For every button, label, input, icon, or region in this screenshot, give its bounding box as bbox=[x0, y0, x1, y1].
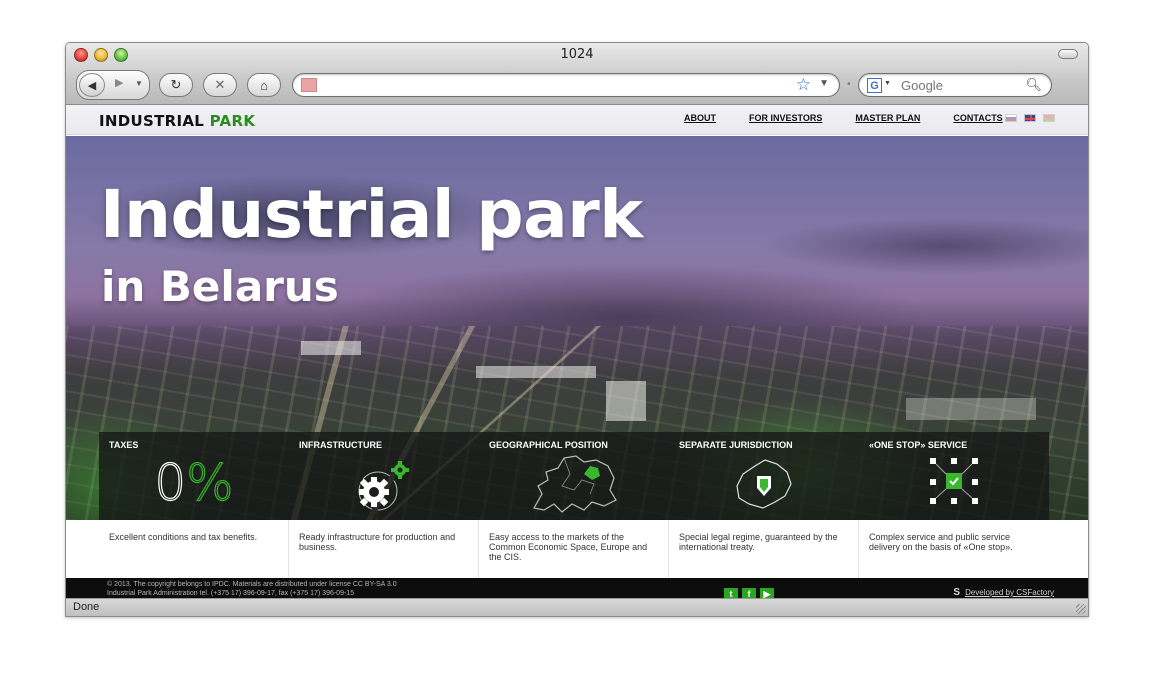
site-logo[interactable]: INDUSTRIAL PARK bbox=[99, 112, 255, 130]
reload-icon: ↻ bbox=[170, 77, 182, 92]
belarus-shield-icon bbox=[729, 456, 799, 517]
logo-accent-text: PARK bbox=[209, 112, 256, 130]
europe-map-icon bbox=[524, 450, 624, 521]
back-arrow-icon: ◀ bbox=[87, 79, 97, 92]
stop-button[interactable]: ✕ bbox=[203, 73, 237, 97]
site-favicon-icon bbox=[301, 78, 317, 92]
url-history-dropdown-icon[interactable]: ▼ bbox=[819, 78, 829, 89]
zero-percent-value: 0 bbox=[154, 454, 187, 512]
site-footer: © 2013. The copyright belongs to IPDC. M… bbox=[66, 578, 1088, 600]
feature-title: «ONE STOP» SERVICE bbox=[869, 440, 968, 450]
back-button[interactable]: ◀ bbox=[79, 73, 105, 97]
site-header: INDUSTRIAL PARK ABOUT FOR INVESTORS MAST… bbox=[66, 105, 1088, 135]
feature-description: Easy access to the markets of the Common… bbox=[479, 520, 669, 578]
home-icon: ⌂ bbox=[260, 77, 268, 93]
features-strip: TAXES 0% INFRASTRUCTURE GEOGRAPHICAL POS… bbox=[99, 432, 1049, 520]
copyright-text: © 2013. The copyright belongs to IPDC. M… bbox=[107, 581, 397, 588]
bookmark-star-icon[interactable]: ☆ bbox=[796, 75, 811, 95]
feature-descriptions: Excellent conditions and tax benefits. R… bbox=[99, 520, 1049, 578]
feature-taxes[interactable]: TAXES 0% bbox=[99, 432, 289, 520]
percent-sign: % bbox=[186, 454, 235, 512]
resize-grip[interactable] bbox=[1076, 604, 1086, 614]
status-text: Done bbox=[73, 601, 100, 613]
web-page: INDUSTRIAL PARK ABOUT FOR INVESTORS MAST… bbox=[66, 105, 1088, 600]
forward-button[interactable]: ▶ bbox=[115, 76, 123, 89]
feature-description: Special legal regime, guaranteed by the … bbox=[669, 520, 859, 578]
developer-logo-icon: S bbox=[953, 587, 960, 598]
zero-percent-icon: 0% bbox=[154, 454, 235, 512]
logo-main-text: INDUSTRIAL bbox=[99, 112, 205, 130]
one-stop-check-icon bbox=[926, 456, 982, 513]
search-icon[interactable]: 🔍︎ bbox=[1025, 77, 1042, 93]
toolbar-separator: • bbox=[847, 79, 851, 90]
feature-one-stop-service[interactable]: «ONE STOP» SERVICE bbox=[859, 432, 1049, 520]
feature-title: TAXES bbox=[109, 440, 139, 450]
hero-subtitle: in Belarus bbox=[101, 262, 339, 311]
feature-title: INFRASTRUCTURE bbox=[299, 440, 382, 450]
flag-en-icon[interactable] bbox=[1024, 114, 1036, 122]
url-input[interactable] bbox=[325, 76, 755, 94]
nav-for-investors-link[interactable]: FOR INVESTORS bbox=[749, 113, 822, 123]
hero-building bbox=[301, 341, 361, 355]
search-input[interactable] bbox=[901, 77, 1021, 94]
flag-ru-icon[interactable] bbox=[1005, 114, 1017, 122]
history-dropdown-icon[interactable]: ▼ bbox=[135, 79, 143, 88]
hero-title: Industrial park bbox=[100, 176, 643, 253]
feature-description: Ready infrastructure for production and … bbox=[289, 520, 479, 578]
hero-building bbox=[476, 366, 596, 378]
feature-title: GEOGRAPHICAL POSITION bbox=[489, 440, 608, 450]
home-button[interactable]: ⌂ bbox=[247, 73, 281, 97]
feature-infrastructure[interactable]: INFRASTRUCTURE bbox=[289, 432, 479, 520]
feature-description: Complex service and public service deliv… bbox=[869, 532, 1013, 552]
developer-link[interactable]: Developed by CSFactory bbox=[965, 588, 1054, 597]
window-title: 1024 bbox=[560, 47, 594, 62]
language-switcher bbox=[1005, 114, 1055, 122]
search-engine-dropdown-icon[interactable]: ▼ bbox=[884, 80, 891, 87]
browser-window: 1024 ◀ ▶ ▼ ↻ ✕ ⌂ ☆ ▼ • G ▼ 🔍︎ INDUSTRIAL bbox=[65, 42, 1089, 617]
search-bar[interactable]: G ▼ 🔍︎ bbox=[858, 73, 1052, 97]
reload-button[interactable]: ↻ bbox=[159, 73, 193, 97]
feature-description: Excellent conditions and tax benefits. bbox=[99, 520, 289, 578]
admin-contact-text: Industrial Park Administration tel. (+37… bbox=[107, 590, 355, 597]
back-forward-group: ◀ ▶ ▼ bbox=[76, 70, 150, 100]
status-bar: Done bbox=[66, 598, 1088, 616]
feature-geographical-position[interactable]: GEOGRAPHICAL POSITION bbox=[479, 432, 669, 520]
feature-title: SEPARATE JURISDICTION bbox=[679, 440, 793, 450]
address-bar[interactable]: ☆ ▼ bbox=[292, 73, 840, 97]
flag-by-icon[interactable] bbox=[1043, 114, 1055, 122]
search-engine-icon[interactable]: G bbox=[867, 78, 882, 93]
nav-master-plan-link[interactable]: MASTER PLAN bbox=[855, 113, 920, 123]
gears-icon bbox=[352, 458, 416, 517]
footer-copyright: © 2013. The copyright belongs to IPDC. M… bbox=[107, 580, 397, 598]
nav-contacts-link[interactable]: CONTACTS bbox=[953, 113, 1002, 123]
main-nav: ABOUT FOR INVESTORS MASTER PLAN CONTACTS bbox=[684, 113, 1036, 123]
browser-toolbar: 1024 ◀ ▶ ▼ ↻ ✕ ⌂ ☆ ▼ • G ▼ 🔍︎ bbox=[66, 43, 1088, 105]
toolbar-toggle-button[interactable] bbox=[1058, 49, 1078, 59]
hero-building bbox=[606, 381, 646, 421]
nav-about-link[interactable]: ABOUT bbox=[684, 113, 716, 123]
stop-icon: ✕ bbox=[214, 77, 226, 92]
feature-separate-jurisdiction[interactable]: SEPARATE JURISDICTION bbox=[669, 432, 859, 520]
